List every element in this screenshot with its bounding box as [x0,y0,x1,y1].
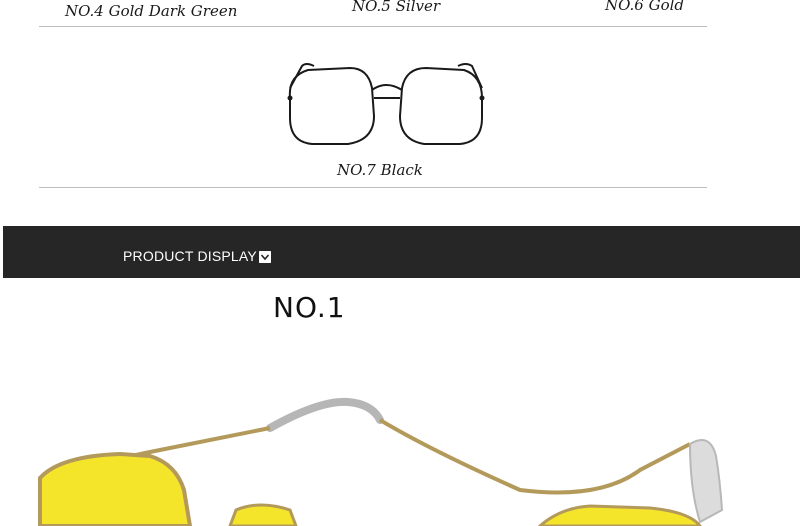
glasses-black-image [287,63,485,145]
variant-caption-no5: NO.5 Silver [352,0,441,15]
divider-top [39,26,707,27]
product-number-heading: NO.1 [273,291,346,324]
product-display-label: PRODUCT DISPLAY [123,248,257,264]
variant-caption-no7: NO.7 Black [337,161,423,179]
variant-caption-no4: NO.4 Gold Dark Green [65,2,238,20]
chevron-down-icon [259,251,271,263]
divider-bottom [39,187,707,188]
yellow-sunglasses-image [38,397,724,526]
variant-caption-no6: NO.6 Gold [605,0,685,14]
